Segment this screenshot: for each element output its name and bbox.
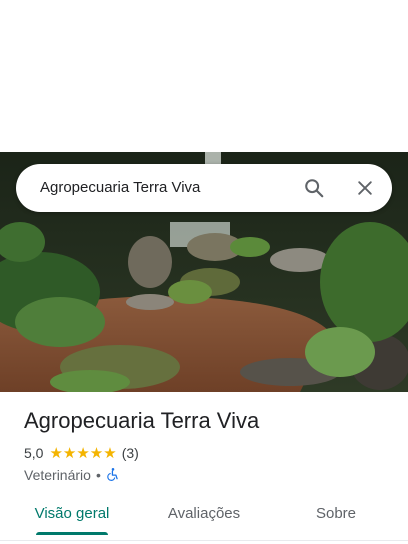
rating-stars: ★★★★★ <box>49 445 117 462</box>
place-title: Agropecuaria Terra Viva <box>24 408 260 433</box>
wheelchair-icon <box>106 467 120 484</box>
search-bar[interactable]: Agropecuaria Terra Viva <box>16 164 392 212</box>
review-count[interactable]: (3) <box>122 445 139 461</box>
tab-overview[interactable]: Visão geral <box>22 492 122 536</box>
category-row: Veterinário • <box>24 466 120 484</box>
tab-bar: Visão geral Avaliações Sobre <box>0 492 408 541</box>
close-icon[interactable] <box>351 174 379 202</box>
tab-reviews[interactable]: Avaliações <box>154 492 254 536</box>
place-category[interactable]: Veterinário <box>24 467 91 483</box>
rating-value: 5,0 <box>24 445 44 461</box>
active-tab-indicator <box>36 532 108 535</box>
rating-row: 5,0 ★★★★★ (3) <box>24 444 139 462</box>
search-input[interactable]: Agropecuaria Terra Viva <box>40 164 200 212</box>
tab-about[interactable]: Sobre <box>286 492 386 536</box>
separator-dot: • <box>95 467 101 483</box>
search-icon[interactable] <box>300 174 328 202</box>
